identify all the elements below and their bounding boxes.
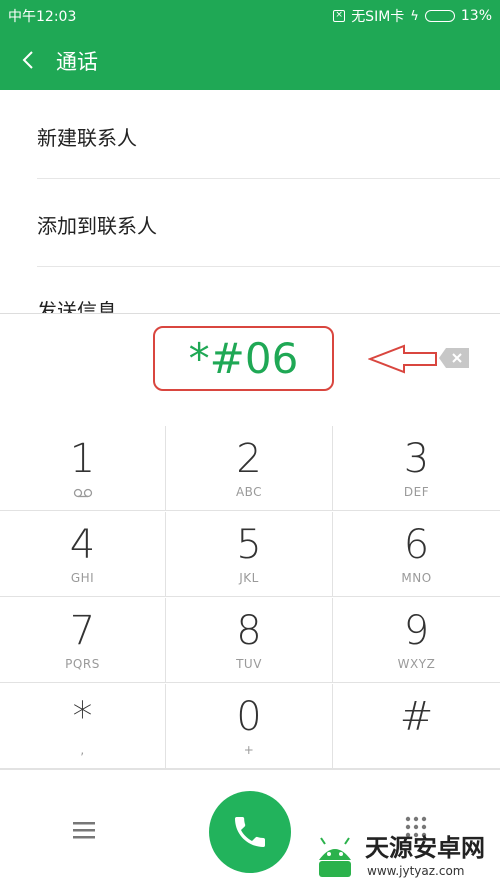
key-digit: 4 xyxy=(69,522,96,568)
watermark: 天源安卓网 www.jytyaz.com xyxy=(305,826,495,886)
key-letters: + xyxy=(243,743,255,757)
key-4[interactable]: 4 GHI xyxy=(0,512,166,597)
chevron-left-icon[interactable] xyxy=(18,47,40,73)
key-star[interactable]: * , xyxy=(0,684,166,769)
app-header: 通话 xyxy=(0,30,500,90)
key-digit: 1 xyxy=(69,436,96,482)
key-letters: TUV xyxy=(236,657,262,671)
key-letters: GHI xyxy=(70,571,95,585)
call-button[interactable] xyxy=(209,791,291,873)
battery-percent: 13% xyxy=(460,8,492,24)
watermark-url: www.jytyaz.com xyxy=(367,864,465,878)
key-letters: ABC xyxy=(235,485,263,499)
key-hash[interactable]: # xyxy=(333,684,500,769)
status-time: 中午12:03 xyxy=(8,9,77,25)
hamburger-menu-icon[interactable] xyxy=(72,820,96,840)
dialed-number: *#06 xyxy=(188,334,299,383)
menu-item-label: 添加到联系人 xyxy=(37,214,157,238)
key-2[interactable]: 2 ABC xyxy=(166,426,333,511)
menu-item-new-contact[interactable]: 新建联系人 xyxy=(0,90,500,178)
key-digit: 5 xyxy=(236,522,262,568)
key-digit: 7 xyxy=(69,608,96,654)
annotation-arrow-icon xyxy=(368,344,437,374)
voicemail-icon xyxy=(73,488,93,498)
key-digit: 2 xyxy=(236,436,262,482)
key-digit: 6 xyxy=(403,522,430,568)
no-sim-icon: × xyxy=(333,10,346,22)
key-letters: MNO xyxy=(401,571,432,585)
key-digit: 0 xyxy=(236,694,262,740)
key-3[interactable]: 3 DEF xyxy=(333,426,500,511)
watermark-title: 天源安卓网 xyxy=(365,834,485,862)
key-letters: , xyxy=(80,743,85,757)
key-7[interactable]: 7 PQRS xyxy=(0,598,166,683)
menu-item-label: 新建联系人 xyxy=(37,126,137,150)
phone-icon xyxy=(235,817,265,847)
status-right: × 无SIM卡 ϟ 13% xyxy=(333,6,492,26)
key-letters: WXYZ xyxy=(397,657,436,671)
key-1[interactable]: 1 xyxy=(0,426,166,511)
key-letters: PQRS xyxy=(65,657,100,671)
key-digit: 8 xyxy=(236,608,262,654)
battery-icon xyxy=(424,10,455,22)
dial-display: *#06 xyxy=(0,313,500,427)
annotation-highlight-box: *#06 xyxy=(153,326,334,391)
menu-item-send-message[interactable]: 发送信息 xyxy=(0,267,500,313)
key-letters: JKL xyxy=(239,571,259,585)
menu-item-add-to-contact[interactable]: 添加到联系人 xyxy=(0,179,500,267)
sim-status-text: 无SIM卡 xyxy=(351,9,405,25)
page-title: 通话 xyxy=(56,50,98,74)
key-8[interactable]: 8 TUV xyxy=(166,598,333,683)
charging-icon: ϟ xyxy=(410,8,419,24)
key-6[interactable]: 6 MNO xyxy=(333,512,500,597)
key-digit: 9 xyxy=(403,608,430,654)
key-letters: DEF xyxy=(403,485,430,499)
backspace-icon[interactable] xyxy=(438,347,470,369)
android-logo-icon xyxy=(319,837,351,877)
key-9[interactable]: 9 WXYZ xyxy=(333,598,500,683)
key-0[interactable]: 0 + xyxy=(166,684,333,769)
key-5[interactable]: 5 JKL xyxy=(166,512,333,597)
menu-item-label: 发送信息 xyxy=(37,299,117,313)
key-digit: 3 xyxy=(403,436,430,482)
status-bar: 中午12:03 × 无SIM卡 ϟ 13% xyxy=(0,0,500,30)
key-digit: * xyxy=(72,694,93,740)
dial-keypad: 1 2 ABC 3 DEF 4 GHI 5 JKL 6 MNO 7 PQRS 8… xyxy=(0,426,500,769)
key-digit: # xyxy=(399,694,434,740)
